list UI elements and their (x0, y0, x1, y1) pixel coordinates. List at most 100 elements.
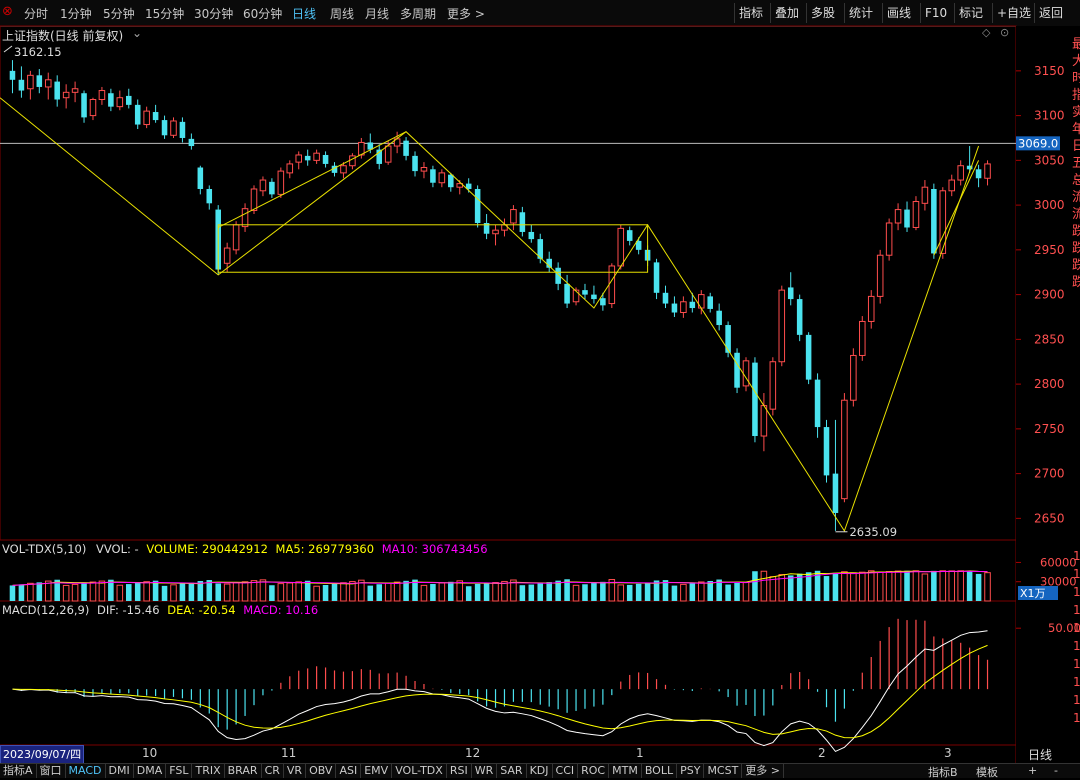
side-panel-glyph: 流 (1072, 207, 1080, 222)
candle-body-up (760, 405, 768, 437)
candle-body-down (528, 231, 535, 240)
candle-body-up (894, 209, 902, 224)
candle-body-up (867, 295, 875, 322)
bottom-tab[interactable]: PSY (677, 764, 705, 778)
bottom-tab[interactable]: ROC (578, 764, 610, 778)
bottom-tab[interactable]: 窗口 (37, 764, 66, 778)
volume-tick-label: 60000 (1040, 555, 1077, 569)
price-tick-label: 2750 (1034, 422, 1065, 436)
candle-body-down (304, 155, 311, 161)
bottom-tab[interactable]: CR (262, 764, 284, 778)
bottom-tab-indicator-b[interactable]: 指标B (928, 764, 958, 780)
candle-body-down (430, 169, 436, 183)
bottom-tab[interactable]: VOL-TDX (392, 764, 447, 778)
bottom-tab[interactable]: 指标A (0, 764, 37, 778)
volume-bar-up (697, 581, 705, 602)
bottom-tab[interactable]: MCST (704, 764, 743, 778)
volume-bar-down (134, 582, 141, 601)
candle-body-down (671, 303, 678, 313)
zoom-out-button[interactable]: - (1054, 764, 1058, 777)
bottom-tab[interactable]: SAR (497, 764, 527, 778)
zoom-in-button[interactable]: + (1028, 764, 1037, 777)
bottom-tab[interactable]: TRIX (192, 764, 225, 778)
volume-bar-up (921, 573, 929, 602)
bottom-tab[interactable]: BOLL (642, 764, 678, 778)
low-marker-label: 2635.09 (849, 525, 897, 539)
kline-chart[interactable]: 3150 3100 3050 3000 2950 2900 2850 2800 2750 2700… (0, 0, 1080, 777)
volume-bar-down (483, 583, 490, 601)
volume-bar-up (948, 570, 956, 602)
candle-body-up (420, 167, 428, 172)
side-panel-glyph: 1 (1073, 675, 1080, 689)
candle-body-down (725, 325, 731, 353)
cursor-date-label: 2023/09/07/四 (0, 745, 85, 764)
side-panel-glyph: 最 (1072, 37, 1080, 52)
volume-bar-up (349, 581, 356, 602)
volume-bar-up (617, 584, 625, 602)
candle-body-up (742, 360, 750, 387)
bottom-tab[interactable]: BRAR (225, 764, 262, 778)
candle-body-up (286, 163, 294, 174)
bottom-tab[interactable]: FSL (166, 764, 193, 778)
candle-body-down (125, 95, 132, 105)
bottom-tab[interactable]: WR (472, 764, 498, 778)
candle-body-down (582, 290, 588, 295)
crosshair-price-label: 3069.0 (1018, 136, 1058, 150)
volume-bar-down (430, 584, 436, 601)
volume-bar-up (143, 581, 150, 602)
volume-bar-down (528, 584, 535, 601)
volume-bar-down (376, 584, 383, 601)
volume-bar-down (689, 583, 696, 601)
date-axis: 2023/09/07/四 10 11 12 1 2 3 (0, 745, 1016, 764)
volume-bar-down (322, 585, 329, 601)
side-panel-glyph: 日 (1072, 139, 1080, 154)
candle-body-down (796, 299, 803, 335)
volume-bar-down (465, 586, 472, 601)
bottom-tab[interactable]: MTM (609, 764, 642, 778)
volume-bar-down (635, 583, 642, 601)
volume-bar-up (250, 580, 258, 602)
volume-bar-down (269, 585, 275, 601)
candle-body-up (617, 227, 625, 267)
volume-bar-down (474, 583, 481, 601)
volume-bar-down (904, 570, 910, 601)
consolidation-box (217, 224, 649, 273)
candle-body-down (519, 212, 526, 232)
ma10-value: MA10: 306743456 (381, 542, 488, 556)
volume-bar-down (975, 573, 982, 601)
volume-bar-down (403, 580, 409, 601)
candle-body-down (975, 169, 982, 179)
candle-body-down (412, 155, 418, 172)
bottom-tab[interactable]: OBV (306, 764, 337, 778)
candle-body-up (510, 209, 517, 224)
bottom-tab[interactable]: CCI (553, 764, 579, 778)
volume-bar-up (295, 581, 303, 602)
candle-body-down (108, 93, 114, 107)
bottom-tab[interactable]: EMV (361, 764, 393, 778)
bottom-tab[interactable]: DMI (106, 764, 134, 778)
volume-bar-up (62, 584, 70, 602)
bottom-tab[interactable]: ASI (336, 764, 362, 778)
candle-body-down (134, 104, 141, 125)
volume-bar-down (81, 582, 87, 601)
macd-indicator-name[interactable]: MACD(12,26,9) (2, 603, 89, 617)
volume-indicator-name[interactable]: VOL-TDX(5,10) (2, 542, 86, 556)
bottom-tab[interactable]: RSI (447, 764, 472, 778)
volume-bar-down (931, 570, 937, 601)
volume-bar-down (662, 580, 669, 601)
price-tick-label: 3150 (1034, 64, 1065, 78)
volume-bar-down (823, 576, 830, 601)
candle-body-up (876, 254, 884, 297)
bottom-tab-template[interactable]: 模板 (976, 764, 998, 780)
volume-bar-down (519, 585, 526, 601)
candle-body-up (62, 91, 70, 99)
volume-panel-info: VOL-TDX(5,10) VVOL: - VOLUME: 290442912 … (2, 542, 488, 556)
bottom-tab[interactable]: KDJ (527, 764, 553, 778)
volume-bar-down (725, 584, 731, 601)
bottom-tab-macd[interactable]: MACD (66, 764, 106, 778)
bottom-tab[interactable]: VR (284, 764, 307, 778)
candle-body-down (9, 70, 16, 80)
volume-bar-up (984, 572, 991, 602)
bottom-tab-more[interactable]: 更多 > (742, 764, 785, 778)
bottom-tab[interactable]: DMA (134, 764, 167, 778)
